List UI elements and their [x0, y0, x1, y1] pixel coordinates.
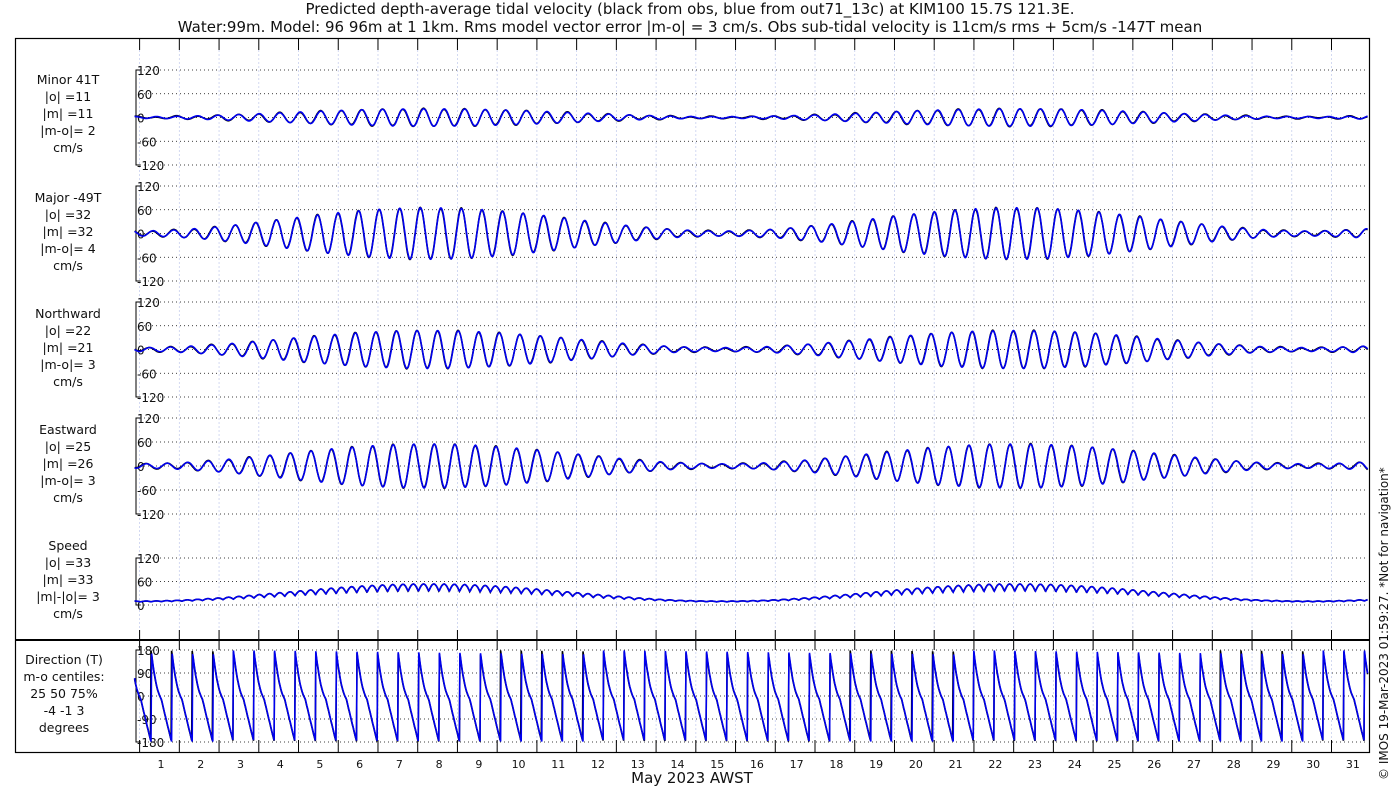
- y-tick-label: 60: [137, 204, 152, 218]
- y-tick-label: 180: [137, 644, 160, 658]
- obs-series-line: [133, 650, 1369, 742]
- y-tick-label: 60: [137, 320, 152, 334]
- panel-label: |m| =26: [43, 456, 94, 471]
- y-tick-label: -60: [137, 484, 157, 498]
- panel-major: 120600-60-120Major -49T|o| =32|m| =32|m-…: [35, 180, 1368, 289]
- x-tick-label: 18: [829, 758, 843, 771]
- x-tick-label: 27: [1187, 758, 1201, 771]
- panel-label: |o| =33: [45, 555, 91, 570]
- panel-label: cm/s: [53, 258, 83, 273]
- model-series-line: [134, 329, 1369, 370]
- tidal-velocity-chart: Predicted depth-average tidal velocity (…: [14, 0, 1391, 787]
- panel-label: 25 50 75%: [30, 686, 98, 701]
- panel-eastward: 120600-60-120Eastward|o| =25|m| =26|m-o|…: [39, 412, 1369, 522]
- x-axis-label: May 2023 AWST: [631, 769, 754, 787]
- x-tick-label: 12: [591, 758, 605, 771]
- panel-label: |o| =22: [45, 323, 91, 338]
- panel-label: |m|-|o|= 3: [36, 589, 100, 604]
- panel-label: |m-o|= 3: [40, 473, 95, 488]
- y-tick-label: -120: [137, 391, 164, 405]
- x-tick-label: 1: [158, 758, 165, 771]
- x-tick-label: 31: [1346, 758, 1360, 771]
- chart-title: Predicted depth-average tidal velocity (…: [306, 0, 1075, 19]
- x-tick-label: 17: [790, 758, 804, 771]
- panel-northward: 120600-60-120Northward|o| =22|m| =21|m-o…: [35, 296, 1369, 405]
- panel-label: |m| =21: [43, 340, 94, 355]
- y-tick-label: 60: [137, 576, 152, 590]
- y-tick-label: 120: [137, 64, 160, 78]
- y-tick-label: -60: [137, 135, 157, 149]
- panel-label: |o| =32: [45, 207, 91, 222]
- panel-label: m-o centiles:: [23, 669, 104, 684]
- panel-label: |m-o|= 4: [40, 241, 95, 256]
- obs-series-line: [134, 442, 1369, 490]
- x-tick-label: 3: [237, 758, 244, 771]
- y-tick-label: 120: [137, 180, 160, 194]
- y-tick-label: 60: [137, 88, 152, 102]
- x-tick-label: 7: [396, 758, 403, 771]
- panel-label: cm/s: [53, 606, 83, 621]
- panel-label: Minor 41T: [37, 72, 100, 87]
- y-tick-label: 120: [137, 552, 160, 566]
- copyright-note: © IMOS 19-Mar-2023 01:59:27. *Not for na…: [1377, 467, 1391, 780]
- x-tick-label: 29: [1266, 758, 1280, 771]
- chart-subtitle: Water:99m. Model: 96 96m at 1 1km. Rms m…: [178, 18, 1202, 36]
- x-tick-label: 24: [1068, 758, 1082, 771]
- model-series-line: [134, 583, 1368, 603]
- panel-label: -4 -1 3: [44, 703, 85, 718]
- x-tick-label: 11: [551, 758, 565, 771]
- obs-series-line: [134, 583, 1368, 603]
- x-tick-label: 4: [277, 758, 284, 771]
- x-tick-label: 26: [1147, 758, 1161, 771]
- x-tick-label: 6: [356, 758, 363, 771]
- y-tick-label: -120: [137, 159, 164, 173]
- y-tick-label: -60: [137, 251, 157, 265]
- x-tick-label: 28: [1227, 758, 1241, 771]
- y-tick-label: -60: [137, 367, 157, 381]
- y-tick-label: -120: [137, 275, 164, 289]
- model-series-line: [133, 650, 1369, 742]
- panel-label: |m-o|= 2: [40, 123, 95, 138]
- obs-series-line: [134, 206, 1368, 261]
- panel-label: cm/s: [53, 374, 83, 389]
- panel-label: |m-o|= 3: [40, 357, 95, 372]
- panel-label: Direction (T): [25, 652, 103, 667]
- panel-speed: 120600Speed|o| =33|m| =33|m|-|o|= 3cm/s: [36, 538, 1368, 621]
- panel-label: cm/s: [53, 490, 83, 505]
- panel-label: |o| =11: [45, 89, 91, 104]
- x-tick-label: 2: [197, 758, 204, 771]
- x-tick-label: 19: [869, 758, 883, 771]
- y-tick-label: 120: [137, 296, 160, 310]
- x-tick-label: 23: [1028, 758, 1042, 771]
- panel-label: |m| =32: [43, 224, 94, 239]
- panel-label: Eastward: [39, 422, 97, 437]
- x-tick-label: 5: [316, 758, 323, 771]
- panel-minor: 120600-60-120Minor 41T|o| =11|m| =11|m-o…: [37, 64, 1368, 173]
- model-series-line: [134, 206, 1368, 261]
- y-tick-label: 90: [137, 667, 152, 681]
- panel-label: |m| =33: [43, 572, 94, 587]
- panel-label: Major -49T: [35, 190, 102, 205]
- x-tick-label: 8: [436, 758, 443, 771]
- panel-label: Northward: [35, 306, 101, 321]
- model-series-line: [134, 443, 1369, 489]
- x-tick-label: 10: [512, 758, 526, 771]
- x-tick-label: 21: [949, 758, 963, 771]
- y-tick-label: 120: [137, 412, 160, 426]
- panel-label: |o| =25: [45, 439, 91, 454]
- panel-label: degrees: [39, 720, 89, 735]
- model-series-line: [134, 107, 1368, 128]
- y-tick-label: -120: [137, 508, 164, 522]
- x-tick-label: 22: [988, 758, 1002, 771]
- panel-label: Speed: [48, 538, 87, 553]
- x-tick-label: 9: [475, 758, 482, 771]
- panel-label: cm/s: [53, 140, 83, 155]
- x-tick-label: 30: [1306, 758, 1320, 771]
- panel-direction: 180900-90-180Direction (T)m-o centiles:2…: [23, 644, 1369, 750]
- panel-label: |m| =11: [43, 106, 94, 121]
- x-tick-label: 25: [1108, 758, 1122, 771]
- x-tick-label: 20: [909, 758, 923, 771]
- y-tick-label: 60: [137, 436, 152, 450]
